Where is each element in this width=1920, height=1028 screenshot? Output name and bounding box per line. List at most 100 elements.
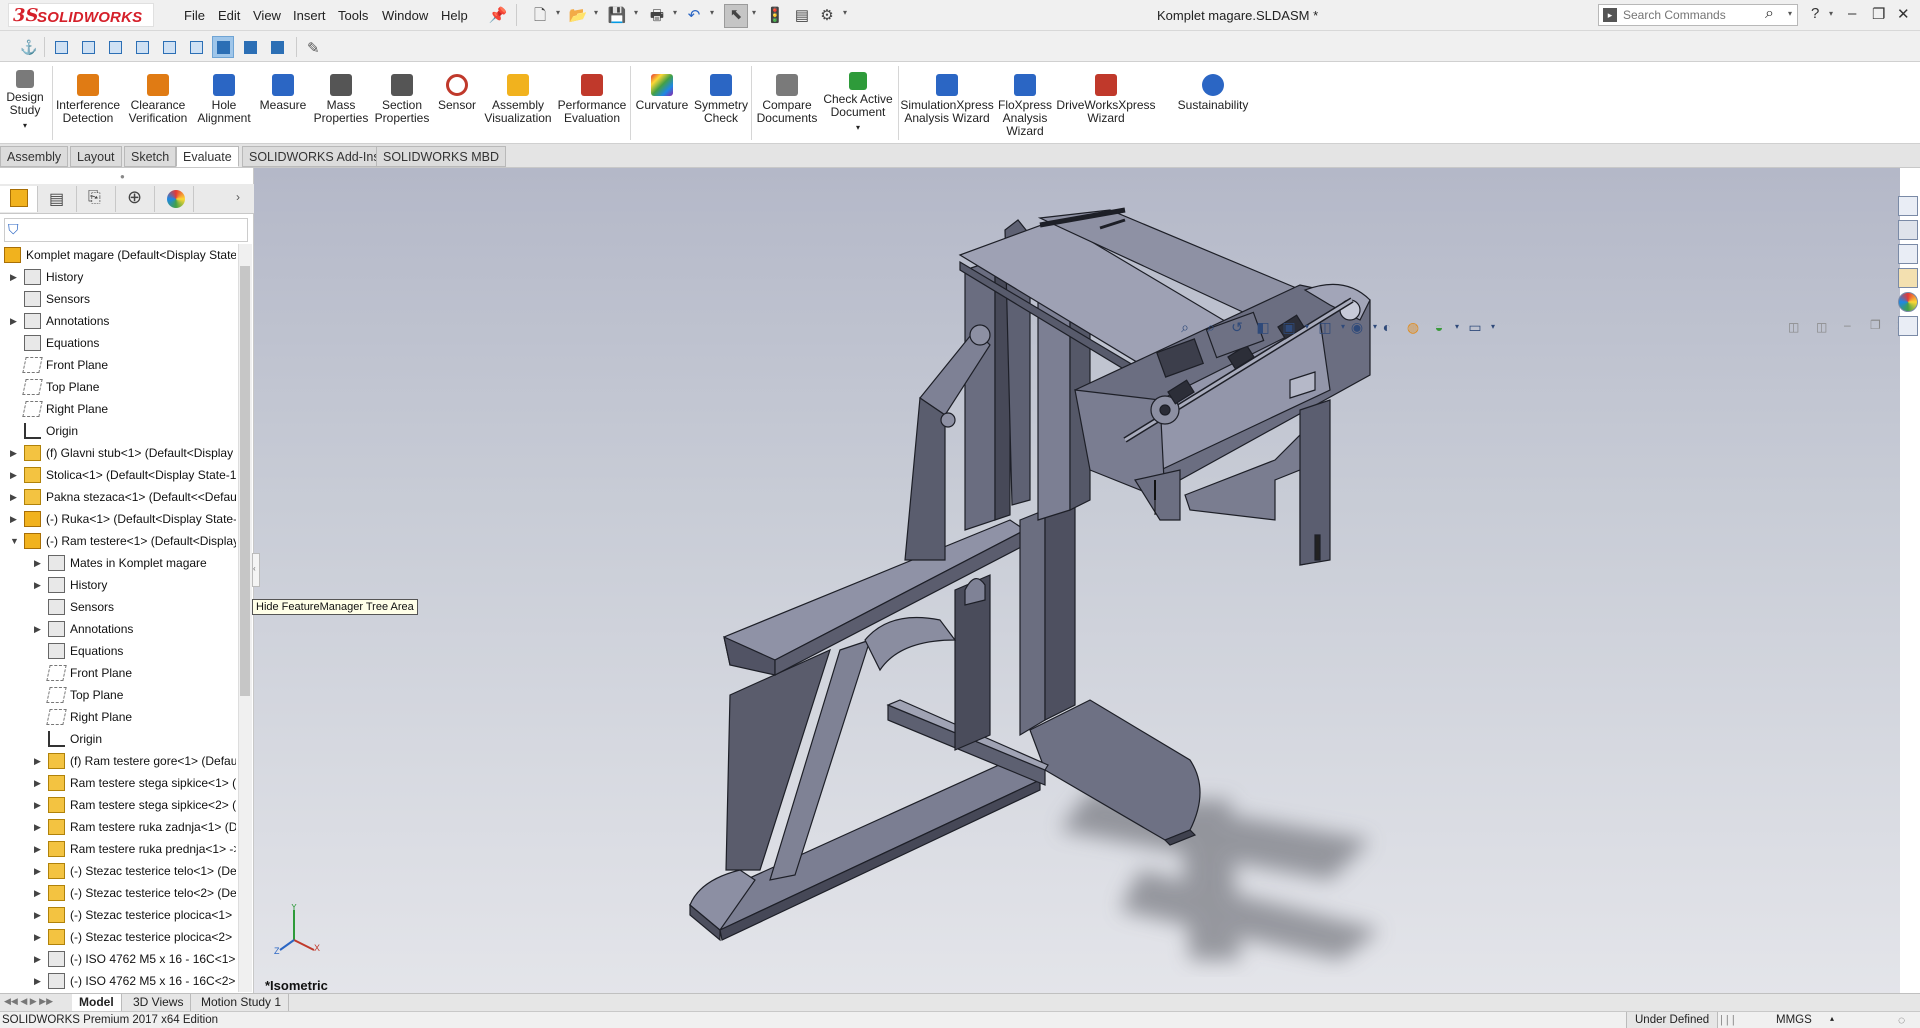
home-icon[interactable] [1898,196,1918,216]
dynamic-annotation-icon[interactable]: ▣ [1280,318,1298,336]
tree-item[interactable]: Sensors [24,288,90,310]
options-dropdown-icon[interactable]: ▾ [843,8,847,17]
scroll-first-icon[interactable]: ◀◀ ◀ ▶ ▶▶ [4,996,53,1007]
viewport-minimize-icon[interactable]: – [1844,318,1851,332]
panel-splitter-handle[interactable]: ● [120,172,125,181]
display-manager-tab[interactable] [156,186,194,212]
tab-evaluate[interactable]: Evaluate [176,146,239,167]
sensor-button[interactable]: Sensor [434,62,480,144]
menu-insert[interactable]: Insert [293,8,326,23]
tab-3d-views[interactable]: 3D Views [126,994,192,1011]
solidworks-logo[interactable]: 3S SOLIDWORKS [8,3,154,27]
tree-filter[interactable]: ⛉ [4,218,248,242]
tree-item[interactable]: ▶ (-) Stezac testerice telo<1> (Defau [34,860,236,882]
tab-solidworks-add-ins[interactable]: SOLIDWORKS Add-Ins [242,146,387,167]
expand-arrow-icon[interactable]: ▶ [10,442,17,464]
restore-button[interactable]: ❐ [1872,5,1885,23]
select-dropdown-icon[interactable]: ▾ [752,8,756,17]
tree-item[interactable]: Equations [48,640,123,662]
hide-show-items-icon[interactable]: ◐ [1378,318,1396,336]
expand-arrow-icon[interactable]: ▶ [34,574,41,596]
tab-assembly[interactable]: Assembly [0,146,69,167]
section-properties-button[interactable]: Section Properties [372,62,432,144]
design-library-icon[interactable] [1898,220,1918,240]
bottom-view-icon[interactable] [185,36,207,58]
pin-icon[interactable]: 📌 [488,6,508,26]
menu-file[interactable]: File [184,8,205,23]
tree-item[interactable]: ▶ (-) ISO 4762 M5 x 16 - 16C<2> (IS [34,970,236,992]
expand-arrow-icon[interactable]: ▶ [34,772,41,794]
front-view-icon[interactable] [50,36,72,58]
tree-item[interactable]: Front Plane [22,354,108,376]
expand-arrow-icon[interactable]: ▶ [10,464,17,486]
driveworksxpress-button[interactable]: DriveWorksXpress Wizard [1056,62,1156,144]
new-document-icon[interactable]: 🗋 [530,6,550,26]
select-pointer-icon[interactable]: ⬉ [724,4,748,28]
expand-arrow-icon[interactable]: ▶ [34,838,41,860]
expand-arrow-icon[interactable]: ▶ [34,882,41,904]
sustainability-button[interactable]: Sustainability [1168,62,1258,144]
viewport-restore-icon[interactable]: ❐ [1870,318,1881,332]
right-view-icon[interactable] [131,36,153,58]
undo-dropdown-icon[interactable]: ▾ [710,8,714,17]
tree-item[interactable]: Equations [24,332,99,354]
view-orientation-icon[interactable]: ◫ [1316,318,1334,336]
normal-to-icon[interactable]: ⚓ [14,36,37,58]
hole-alignment-button[interactable]: Hole Alignment [194,62,254,144]
tree-item[interactable]: ▶ (f) Ram testere gore<1> (Default< [34,750,236,772]
property-manager-tab[interactable]: ▤ [39,186,77,212]
display-style-icon[interactable]: ◉ [1348,318,1366,336]
viewport-next-icon[interactable]: ◫ [1816,320,1827,334]
chevron-down-icon[interactable]: ▾ [1298,318,1316,336]
view-settings-icon[interactable]: ▭ [1466,318,1484,336]
open-folder-icon[interactable]: 📂 [568,6,588,26]
previous-view-icon[interactable]: ↺ [1228,318,1246,336]
expand-arrow-icon[interactable]: ▶ [10,266,17,288]
back-view-icon[interactable] [77,36,99,58]
minimize-button[interactable]: – [1848,5,1856,22]
search-dropdown-icon[interactable]: ▾ [1788,9,1792,18]
zoom-to-area-icon[interactable]: ⌕ [1202,318,1220,336]
apply-scene-icon[interactable]: ◒ [1430,318,1448,336]
tree-item[interactable]: Top Plane [22,376,99,398]
tab-solidworks-mbd[interactable]: SOLIDWORKS MBD [376,146,506,167]
left-view-icon[interactable] [104,36,126,58]
dimxpert-manager-tab[interactable]: ⊕ [117,186,155,212]
simulationxpress-button[interactable]: SimulationXpress Analysis Wizard [900,62,994,144]
expand-arrow-icon[interactable]: ▶ [34,904,41,926]
tab-model[interactable]: Model [72,994,122,1011]
symmetry-check-button[interactable]: Symmetry Check [694,62,748,144]
print-dropdown-icon[interactable]: ▾ [673,8,677,17]
measure-button[interactable]: Measure [256,62,310,144]
file-properties-icon[interactable]: ▤ [792,6,812,26]
viewport-prev-icon[interactable]: ◫ [1788,320,1799,334]
save-dropdown-icon[interactable]: ▾ [634,8,638,17]
tree-item[interactable]: ▶ Ram testere stega sipkice<2> (Def [34,794,236,816]
expand-arrow-icon[interactable]: ▶ [34,552,41,574]
tree-item[interactable]: Right Plane [46,706,132,728]
expand-arrow-icon[interactable]: ▶ [10,508,17,530]
top-view-icon[interactable] [158,36,180,58]
tree-item[interactable]: ▶ History [34,574,107,596]
chevron-up-icon[interactable]: ▴ [1830,1014,1834,1023]
tree-item[interactable]: ▶ History [10,266,83,288]
tree-scrollbar-thumb[interactable] [240,266,250,696]
section-view-icon[interactable]: ◧ [1254,318,1272,336]
tree-item[interactable]: ▶ Stolica<1> (Default<Display State-1>) [10,464,236,486]
help-icon[interactable]: ? [1811,5,1819,22]
tree-item[interactable]: ▶ (-) ISO 4762 M5 x 16 - 16C<1> (IS [34,948,236,970]
options-gear-icon[interactable]: ⚙ [817,6,837,26]
tree-item[interactable]: ▶ Annotations [10,310,109,332]
expand-arrow-icon[interactable]: ▶ [34,948,41,970]
menu-edit[interactable]: Edit [218,8,240,23]
appearances-icon[interactable] [1898,292,1918,312]
units-selector[interactable]: MMGS [1776,1014,1812,1026]
edit-appearance-icon[interactable]: ◍ [1404,318,1422,336]
menu-window[interactable]: Window [382,8,428,23]
mass-properties-button[interactable]: Mass Properties [312,62,370,144]
chevron-down-icon[interactable]: ▾ [1484,318,1502,336]
search-input[interactable] [1623,7,1763,23]
isometric-view-icon[interactable] [212,36,234,58]
expand-arrow-icon[interactable]: ▶ [34,794,41,816]
zoom-to-fit-icon[interactable]: ⌕ [1176,318,1194,336]
